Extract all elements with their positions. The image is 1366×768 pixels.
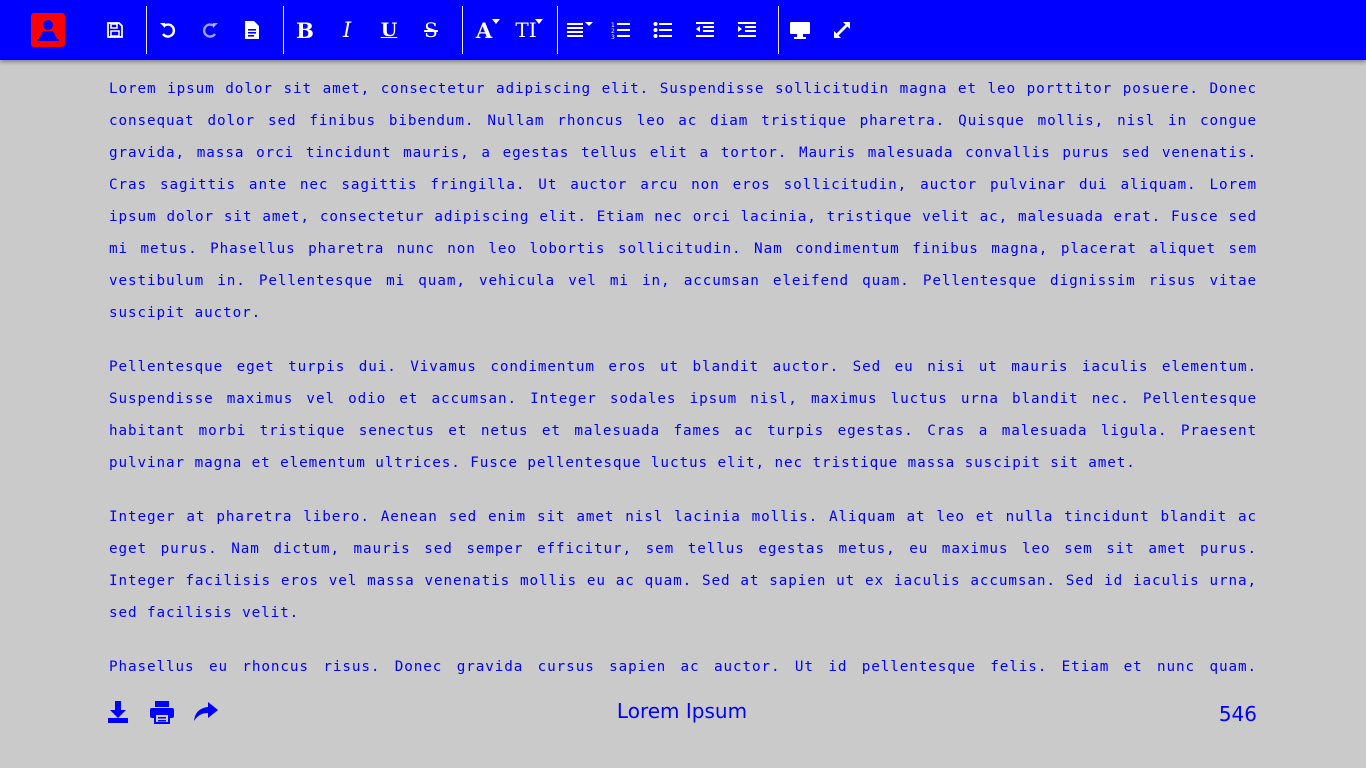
document-paragraph: Pellentesque eget turpis dui. Vivamus co… — [109, 359, 1257, 471]
svg-text:3: 3 — [611, 34, 615, 40]
desktop-icon[interactable] — [786, 16, 814, 44]
underline-label: U — [380, 19, 398, 41]
toolbar-separator — [283, 6, 284, 54]
indent-icon[interactable] — [733, 16, 761, 44]
outdent-icon[interactable] — [691, 16, 719, 44]
fullscreen-icon[interactable] — [828, 16, 856, 44]
save-icon[interactable] — [101, 16, 129, 44]
print-icon[interactable] — [149, 699, 175, 725]
page-count: 546 — [1218, 702, 1257, 726]
unordered-list-icon[interactable] — [649, 16, 677, 44]
italic-icon[interactable]: I — [333, 16, 361, 44]
logo-icon[interactable] — [31, 13, 65, 47]
ordered-list-icon[interactable]: 123 — [607, 16, 635, 44]
bold-label: B — [296, 17, 314, 43]
toolbar: B I U S A TI 123 — [0, 0, 1366, 60]
toolbar-separator — [146, 6, 147, 54]
document-paragraph: Integer at pharetra libero. Aenean sed e… — [109, 509, 1257, 621]
strikethrough-icon[interactable]: S — [417, 16, 445, 44]
document-title: Lorem Ipsum — [616, 699, 748, 723]
download-icon[interactable] — [105, 699, 131, 725]
toolbar-separator — [557, 6, 558, 54]
toolbar-separator — [778, 6, 779, 54]
align-icon[interactable] — [563, 16, 595, 44]
bold-icon[interactable]: B — [291, 16, 319, 44]
text-size-icon[interactable]: TI — [509, 16, 543, 44]
toolbar-separator — [462, 6, 463, 54]
document-paragraph: Phasellus eu rhoncus risus. Donec gravid… — [109, 659, 1257, 675]
italic-label: I — [342, 18, 352, 42]
new-document-icon[interactable] — [238, 16, 266, 44]
undo-icon[interactable] — [154, 16, 182, 44]
share-icon[interactable] — [193, 699, 219, 725]
redo-icon[interactable] — [196, 16, 224, 44]
underline-icon[interactable]: U — [375, 16, 403, 44]
document-body[interactable]: Lorem ipsum dolor sit amet, consectetur … — [109, 73, 1257, 680]
document-paragraph: Lorem ipsum dolor sit amet, consectetur … — [109, 81, 1257, 321]
strikethrough-label: S — [424, 18, 438, 42]
text-size-label: TI — [515, 18, 537, 42]
font-size-icon[interactable]: A — [468, 16, 500, 44]
font-label: A — [475, 17, 493, 43]
